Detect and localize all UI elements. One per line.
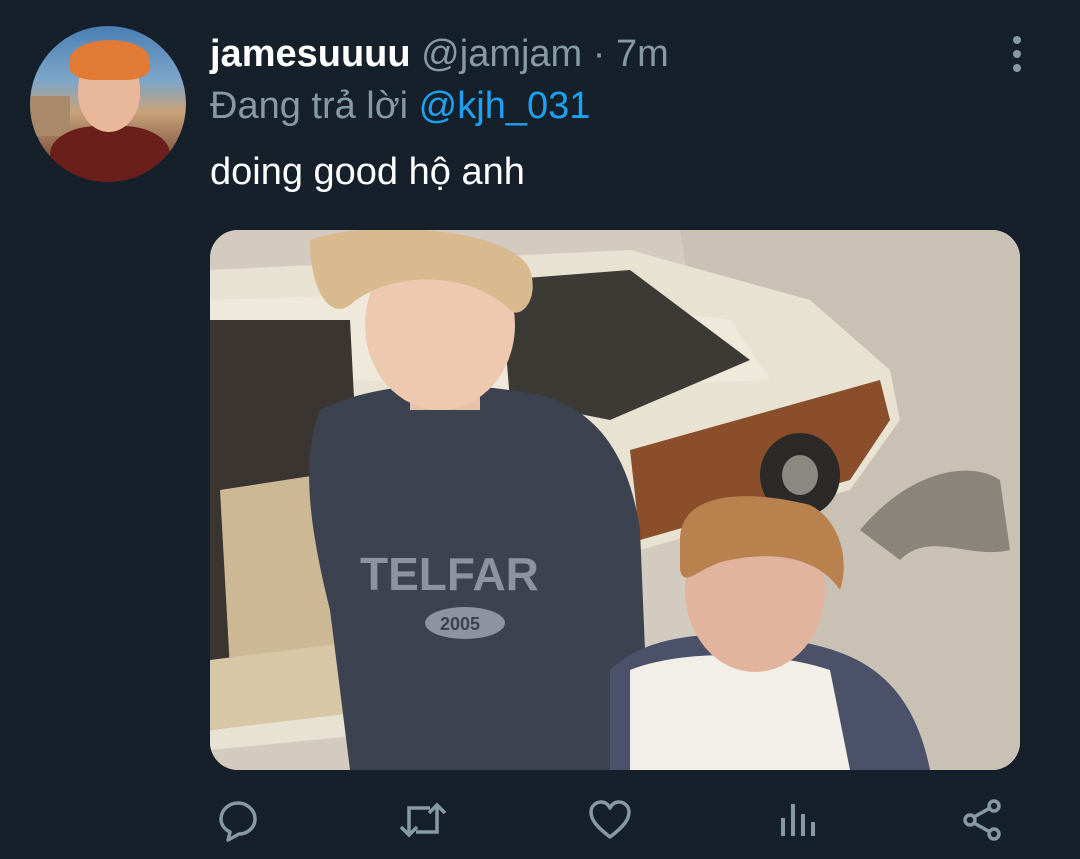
tweet-header: jamesuuuu @jamjam · 7m xyxy=(210,32,669,76)
separator-dot: · xyxy=(592,33,606,75)
more-vertical-icon[interactable] xyxy=(1004,34,1030,74)
share-icon[interactable] xyxy=(954,792,1010,848)
tweet-actions xyxy=(210,792,1010,848)
reply-to-handle[interactable]: @kjh_031 xyxy=(419,85,591,127)
reply-prefix: Đang trả lời xyxy=(210,85,409,127)
timestamp[interactable]: 7m xyxy=(616,33,669,75)
retweet-icon[interactable] xyxy=(395,792,451,848)
user-handle[interactable]: @jamjam xyxy=(421,33,582,75)
heart-icon[interactable] xyxy=(582,792,638,848)
avatar-jacket xyxy=(50,126,170,182)
shirt-badge-text: 2005 xyxy=(440,614,480,634)
analytics-icon[interactable] xyxy=(769,792,825,848)
avatar-hair xyxy=(70,40,150,80)
avatar-background-building xyxy=(30,96,70,136)
reply-context: Đang trả lời @kjh_031 xyxy=(210,84,590,128)
display-name[interactable]: jamesuuuu xyxy=(210,33,411,75)
tweet[interactable]: jamesuuuu @jamjam · 7m Đang trả lời @kjh… xyxy=(0,0,1080,859)
tweet-photo[interactable]: TELFAR 2005 xyxy=(210,230,1020,770)
avatar[interactable] xyxy=(30,26,186,182)
shirt-print-text: TELFAR xyxy=(360,548,539,600)
reply-icon[interactable] xyxy=(210,792,266,848)
tweet-text: doing good hộ anh xyxy=(210,151,525,193)
photo-illustration: TELFAR 2005 xyxy=(210,230,1020,770)
